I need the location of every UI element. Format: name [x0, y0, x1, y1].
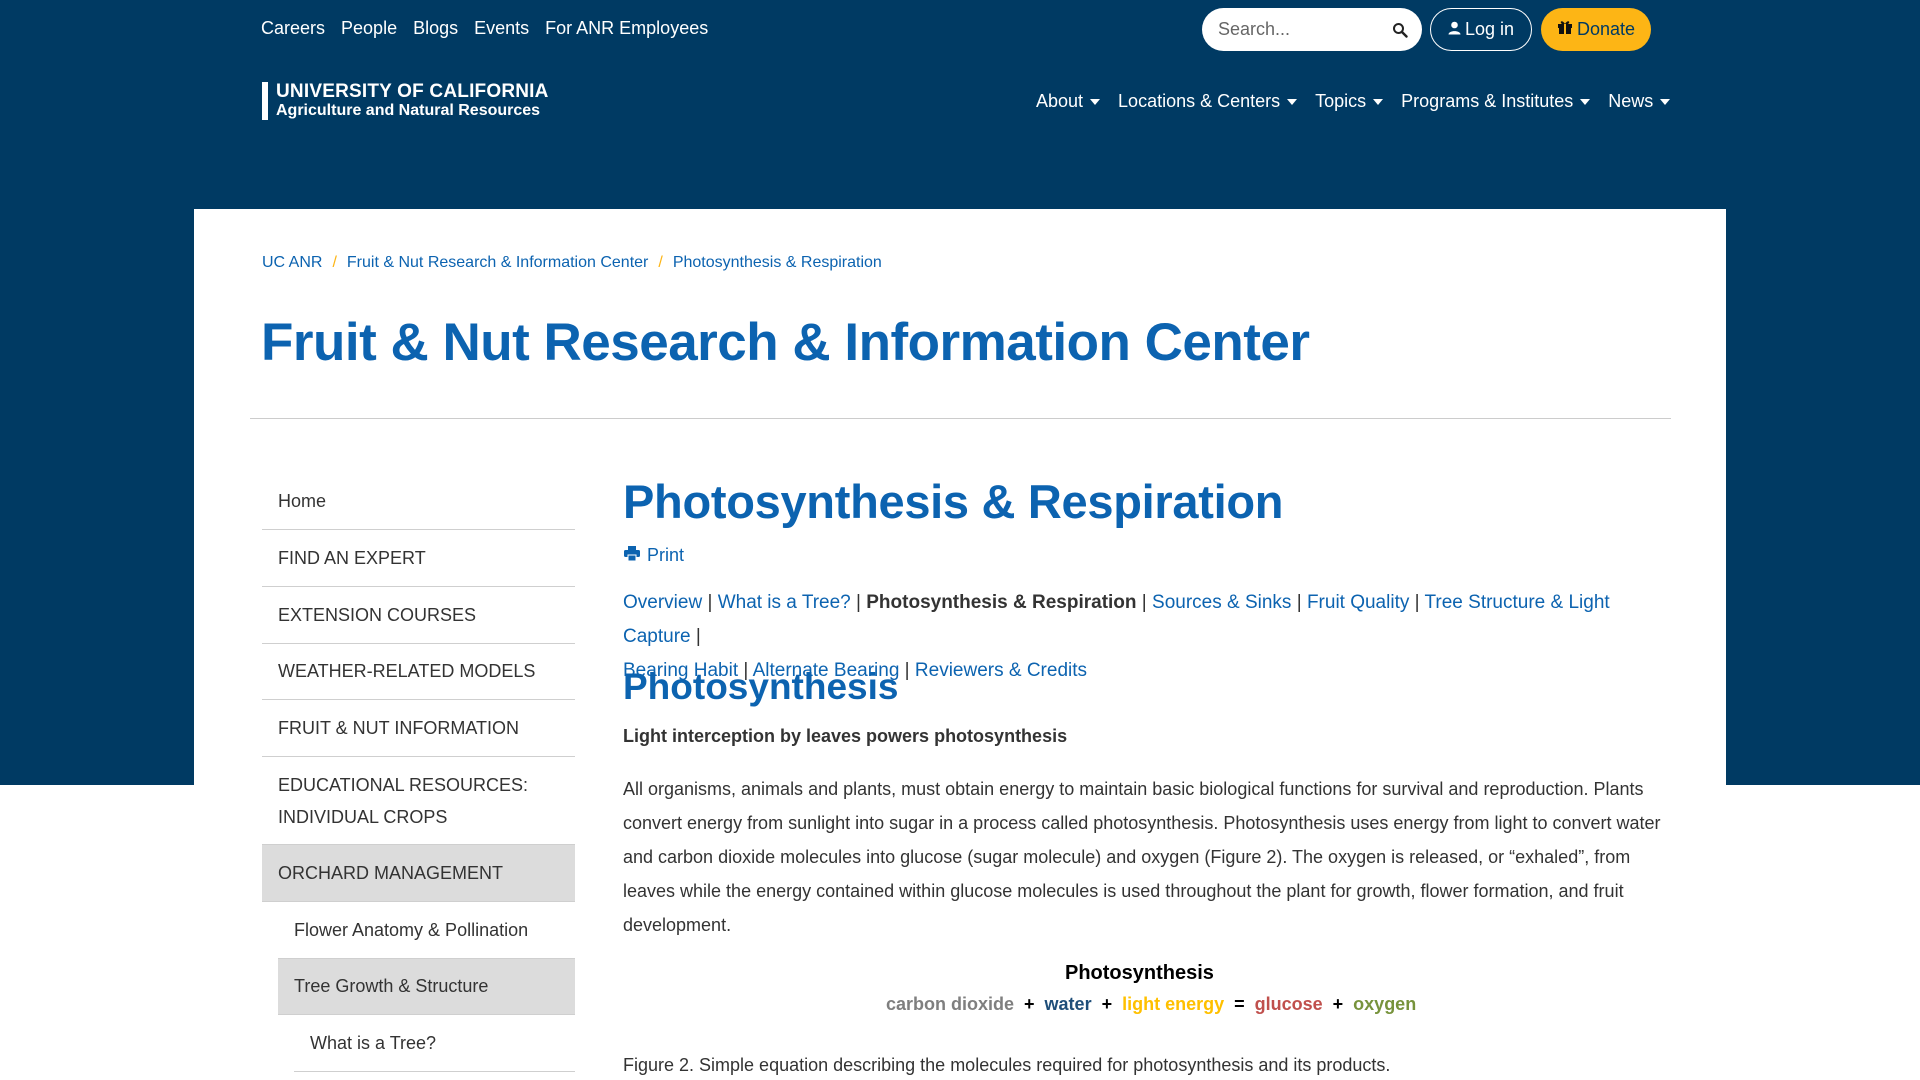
nav-item-news[interactable]: News — [1608, 91, 1671, 112]
sidebar-item-orchard-management[interactable]: ORCHARD MANAGEMENT — [262, 845, 575, 902]
user-icon — [1448, 19, 1461, 40]
logo-line-1: UNIVERSITY OF CALIFORNIA — [276, 81, 549, 102]
login-label: Log in — [1464, 19, 1515, 39]
breadcrumb-separator: / — [658, 254, 663, 271]
section-heading: Photosynthesis — [623, 666, 899, 707]
title-divider — [250, 418, 1671, 419]
logo-line-2: Agriculture and Natural Resources — [276, 102, 541, 119]
section-subheading: Light interception by leaves powers phot… — [623, 726, 1068, 746]
caret-down-icon — [1373, 98, 1384, 105]
uc-anr-logo[interactable]: UNIVERSITY OF CALIFORNIA Agriculture and… — [262, 82, 549, 120]
equation-title: Photosynthesis — [1065, 962, 1214, 984]
search-input[interactable] — [1216, 18, 1390, 41]
main-nav: About Locations & Centers Topics Program… — [1036, 91, 1671, 112]
utility-link-blogs[interactable]: Blogs — [413, 18, 458, 39]
donate-button[interactable]: Donate — [1541, 8, 1651, 51]
subnav-fruit-quality[interactable]: Fruit Quality — [1307, 592, 1409, 613]
print-label: Print — [647, 545, 685, 565]
subnav-current: Photosynthesis & Respiration — [866, 592, 1137, 613]
eq-plus: + — [1024, 994, 1035, 1014]
sidebar-item-flower-anatomy[interactable]: Flower Anatomy & Pollination — [278, 902, 575, 959]
print-link[interactable]: Print — [624, 545, 684, 566]
utility-link-events[interactable]: Events — [474, 18, 529, 39]
search-box — [1202, 8, 1422, 51]
eq-carbon-dioxide: carbon dioxide — [886, 994, 1015, 1014]
breadcrumb: UC ANR / Fruit & Nut Research & Informat… — [262, 254, 882, 272]
nav-label: Topics — [1315, 91, 1367, 111]
eq-oxygen: oxygen — [1353, 994, 1417, 1014]
eq-plus: + — [1332, 994, 1344, 1014]
utility-link-people[interactable]: People — [341, 18, 397, 39]
search-icon[interactable] — [1392, 22, 1408, 38]
subnav-sources-sinks[interactable]: Sources & Sinks — [1152, 592, 1291, 613]
gift-icon — [1557, 19, 1573, 40]
eq-water: water — [1044, 994, 1092, 1014]
figure-caption: Figure 2. Simple equation describing the… — [623, 1055, 1391, 1075]
donate-label: Donate — [1576, 19, 1636, 39]
sidebar-item-what-is-a-tree[interactable]: What is a Tree? — [294, 1015, 575, 1072]
sidebar-item-tree-growth[interactable]: Tree Growth & Structure — [278, 959, 575, 1015]
photosynthesis-equation: carbon dioxide + water + light energy = … — [886, 994, 1416, 1015]
caret-down-icon — [1660, 98, 1671, 105]
utility-link-careers[interactable]: Careers — [261, 18, 325, 39]
utility-link-anr-employees[interactable]: For ANR Employees — [545, 18, 708, 39]
sidebar-item-weather-models[interactable]: WEATHER-RELATED MODELS — [262, 644, 575, 700]
caret-down-icon — [1287, 98, 1298, 105]
nav-item-about[interactable]: About — [1036, 91, 1101, 112]
printer-icon — [624, 545, 640, 566]
caret-down-icon — [1580, 98, 1591, 105]
eq-light-energy: light energy — [1122, 994, 1225, 1014]
sidebar-item-find-an-expert[interactable]: FIND AN EXPERT — [262, 530, 575, 587]
sidebar-item-extension-courses[interactable]: EXTENSION COURSES — [262, 587, 575, 644]
nav-label: News — [1608, 91, 1654, 111]
breadcrumb-uc-anr[interactable]: UC ANR — [262, 254, 322, 272]
page-title: Photosynthesis & Respiration — [623, 475, 1284, 528]
sidebar-item-fruit-nut-information[interactable]: FRUIT & NUT INFORMATION — [262, 700, 575, 757]
center-title: Fruit & Nut Research & Information Cente… — [261, 313, 1310, 372]
nav-label: About — [1036, 91, 1084, 111]
subnav-reviewers-credits[interactable]: Reviewers & Credits — [915, 660, 1087, 681]
breadcrumb-current[interactable]: Photosynthesis & Respiration — [673, 254, 882, 272]
body-paragraph: All organisms, animals and plants, must … — [623, 779, 1661, 935]
nav-label: Programs & Institutes — [1401, 91, 1574, 111]
eq-equals: = — [1234, 994, 1245, 1014]
subnav-what-is-a-tree[interactable]: What is a Tree? — [718, 592, 851, 613]
sidebar-item-educational-resources[interactable]: EDUCATIONAL RESOURCES: INDIVIDUAL CROPS — [262, 757, 575, 845]
logo-bar — [262, 82, 268, 120]
sidebar-item-home[interactable]: Home — [262, 474, 575, 530]
subnav-overview[interactable]: Overview — [623, 592, 702, 613]
caret-down-icon — [1090, 98, 1101, 105]
nav-item-locations-centers[interactable]: Locations & Centers — [1118, 91, 1298, 112]
nav-label: Locations & Centers — [1118, 91, 1281, 111]
nav-item-programs-institutes[interactable]: Programs & Institutes — [1401, 91, 1591, 112]
login-button[interactable]: Log in — [1430, 8, 1532, 51]
breadcrumb-center[interactable]: Fruit & Nut Research & Information Cente… — [347, 254, 648, 272]
nav-item-topics[interactable]: Topics — [1315, 91, 1384, 112]
eq-plus: + — [1101, 994, 1113, 1014]
sidebar-nav: Home FIND AN EXPERT EXTENSION COURSES WE… — [262, 474, 575, 1072]
eq-glucose: glucose — [1254, 994, 1323, 1014]
utility-nav: Careers People Blogs Events For ANR Empl… — [261, 18, 708, 39]
breadcrumb-separator: / — [332, 254, 337, 271]
